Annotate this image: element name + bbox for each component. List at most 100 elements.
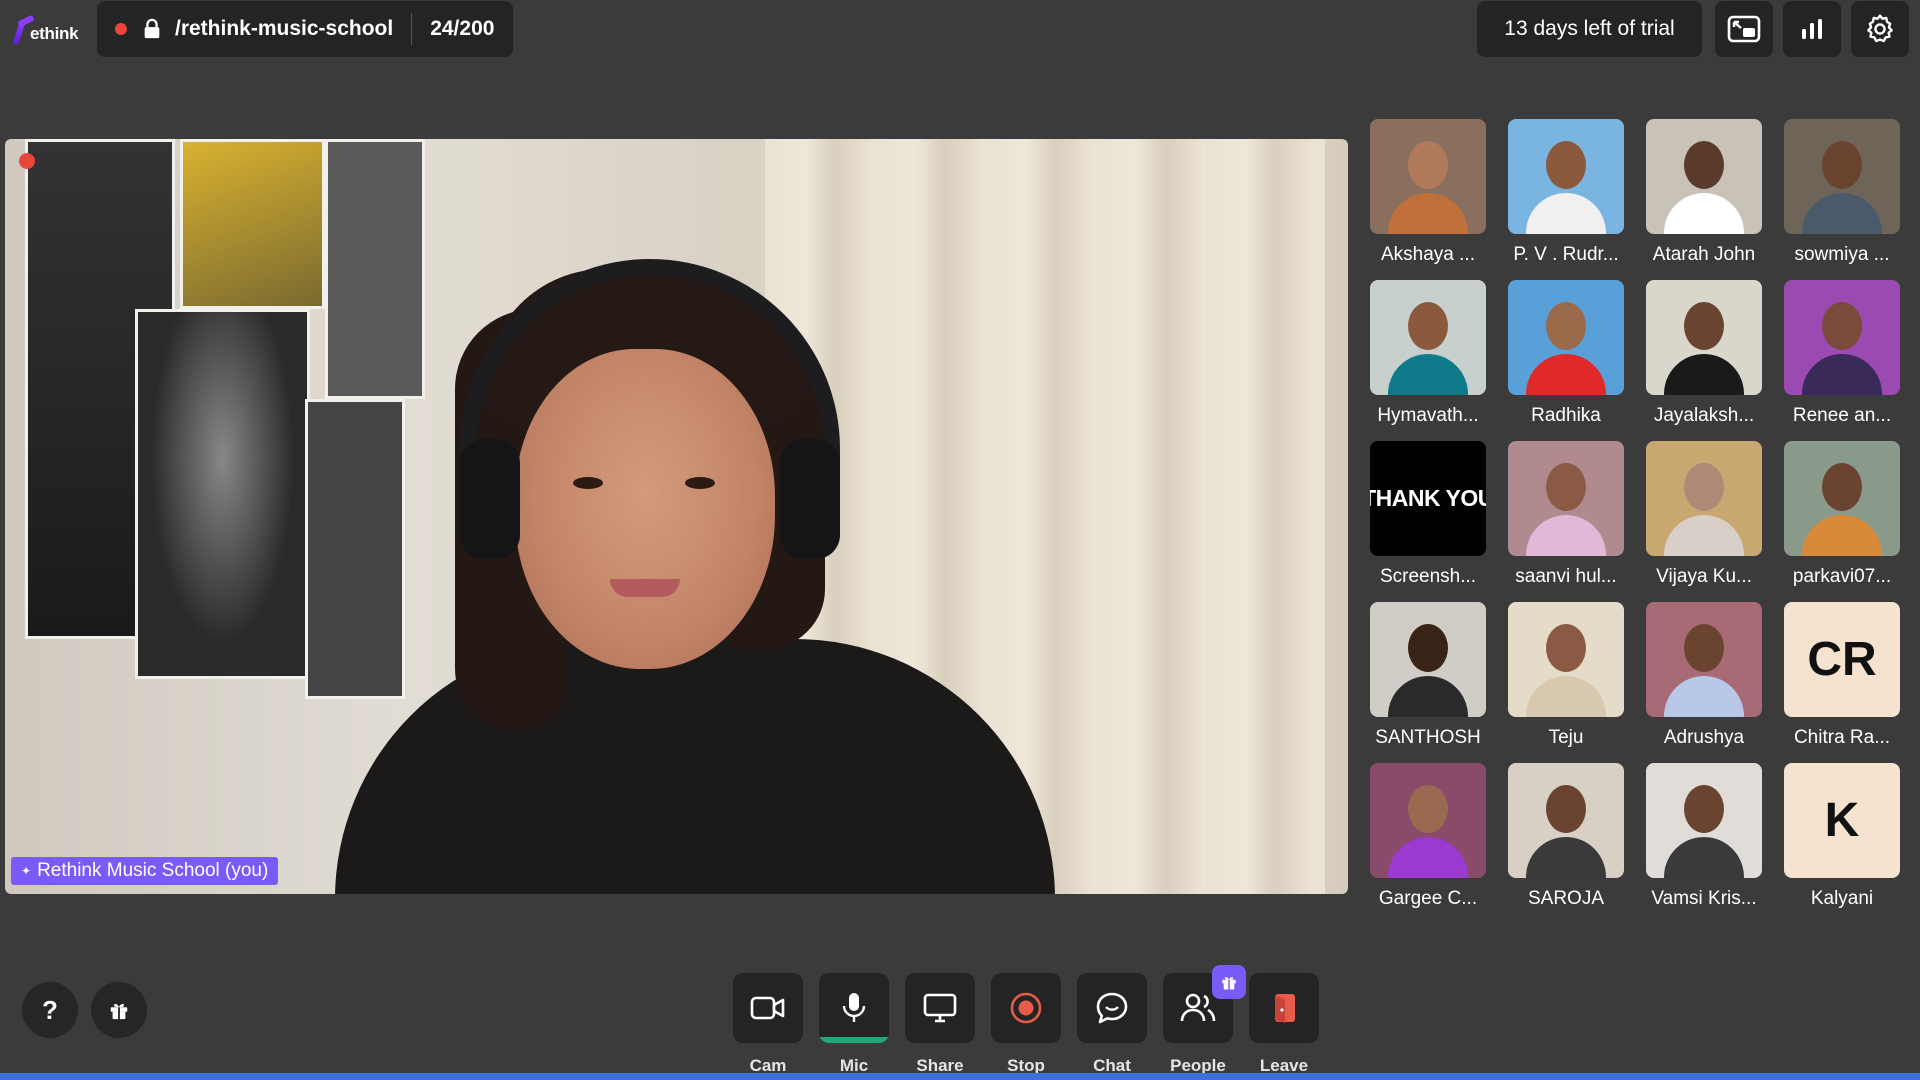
gift-button[interactable]: [91, 982, 147, 1038]
participant-video-thumbnail: [1508, 280, 1624, 395]
share-button[interactable]: [905, 973, 975, 1043]
main-video-tile[interactable]: ✦ Rethink Music School (you): [5, 139, 1348, 894]
participant-video-thumbnail: [1370, 763, 1486, 878]
help-icon: ?: [42, 994, 58, 1025]
participant-name: saanvi hul...: [1515, 566, 1617, 587]
participant-video-thumbnail: [1370, 280, 1486, 395]
gift-icon: [110, 1004, 128, 1020]
lock-icon: [144, 18, 160, 39]
participant-tile[interactable]: Renee an...: [1784, 280, 1900, 427]
share-control[interactable]: Share: [905, 973, 975, 1076]
screenshare-thumbnail: THANK YOU: [1370, 441, 1486, 556]
participant-head: [1546, 302, 1586, 350]
participant-tile[interactable]: Akshaya ...: [1370, 119, 1486, 266]
recording-dot-icon: [115, 23, 127, 35]
self-name-label: ✦ Rethink Music School (you): [11, 857, 279, 885]
participant-tile[interactable]: Teju: [1508, 602, 1624, 749]
picture-in-picture-button[interactable]: [1715, 1, 1773, 57]
room-info[interactable]: /rethink-music-school 24/200: [97, 1, 513, 57]
participant-video-thumbnail: [1646, 763, 1762, 878]
participant-name: Gargee C...: [1378, 888, 1478, 909]
screen-share-icon: [923, 993, 957, 1023]
chat-icon: [1096, 992, 1128, 1024]
participant-head: [1408, 302, 1448, 350]
participant-tile[interactable]: SANTHOSH: [1370, 602, 1486, 749]
participant-name: Adrushya: [1663, 727, 1745, 748]
participant-body: [1802, 354, 1882, 395]
avatar-initials: CR: [1784, 602, 1900, 717]
participant-tile[interactable]: parkavi07...: [1784, 441, 1900, 588]
participant-tile[interactable]: Adrushya: [1646, 602, 1762, 749]
leave-button[interactable]: [1249, 973, 1319, 1043]
participant-body: [1802, 193, 1882, 234]
participant-tile[interactable]: Vamsi Kris...: [1646, 763, 1762, 910]
participant-tile[interactable]: Jayalaksh...: [1646, 280, 1762, 427]
picture-in-picture-icon: [1727, 15, 1761, 43]
participant-body: [1388, 354, 1468, 395]
help-button[interactable]: ?: [22, 982, 78, 1038]
participant-head: [1408, 624, 1448, 672]
participant-head: [1546, 624, 1586, 672]
participant-name: Akshaya ...: [1381, 244, 1475, 265]
settings-button[interactable]: [1851, 1, 1909, 57]
participant-name: Kalyani: [1810, 888, 1874, 909]
chat-button[interactable]: [1077, 973, 1147, 1043]
mic-button[interactable]: [819, 973, 889, 1043]
participant-name: Vijaya Ku...: [1656, 566, 1752, 587]
participant-tile[interactable]: saanvi hul...: [1508, 441, 1624, 588]
cam-control[interactable]: Cam: [733, 973, 803, 1076]
headphone-earcup: [780, 439, 840, 559]
participant-name: Renee an...: [1792, 405, 1892, 426]
participant-body: [1526, 354, 1606, 395]
participant-name: parkavi07...: [1792, 566, 1892, 587]
self-name-text: Rethink Music School (you): [37, 860, 269, 881]
participant-video-thumbnail: [1784, 119, 1900, 234]
participant-tile[interactable]: sowmiya ...: [1784, 119, 1900, 266]
participant-name: P. V . Rudr...: [1513, 244, 1619, 265]
stop-recording-control[interactable]: Stop: [991, 973, 1061, 1076]
participant-video-thumbnail: [1508, 119, 1624, 234]
participant-tile[interactable]: SAROJA: [1508, 763, 1624, 910]
participant-body: [1664, 676, 1744, 717]
participant-head: [1684, 302, 1724, 350]
participant-head: [1684, 463, 1724, 511]
participant-video-thumbnail: [1370, 119, 1486, 234]
participant-tile[interactable]: K Kalyani: [1784, 763, 1900, 910]
participant-name: Screensh...: [1379, 566, 1477, 587]
participant-head: [1822, 141, 1862, 189]
participant-video-thumbnail: [1646, 602, 1762, 717]
thumbnail-text: THANK YOU: [1370, 485, 1486, 511]
chat-control[interactable]: Chat: [1077, 973, 1147, 1076]
mouth: [610, 579, 680, 597]
cam-button[interactable]: [733, 973, 803, 1043]
logo-mark-icon: [12, 18, 38, 44]
people-gift-badge[interactable]: [1212, 965, 1246, 999]
camera-icon: [750, 996, 785, 1020]
participant-video-thumbnail: [1784, 441, 1900, 556]
participant-body: [1664, 837, 1744, 878]
room-name: /rethink-music-school: [175, 17, 394, 40]
participant-head: [1546, 463, 1586, 511]
participant-tile[interactable]: Radhika: [1508, 280, 1624, 427]
participant-body: [1526, 193, 1606, 234]
app-logo: ethink: [12, 14, 79, 44]
participant-tile[interactable]: Gargee C...: [1370, 763, 1486, 910]
participant-tile[interactable]: CR Chitra Ra...: [1784, 602, 1900, 749]
participant-tile[interactable]: Hymavath...: [1370, 280, 1486, 427]
leave-control[interactable]: Leave: [1249, 973, 1319, 1076]
participant-tile[interactable]: P. V . Rudr...: [1508, 119, 1624, 266]
participant-tile[interactable]: THANK YOU Screensh...: [1370, 441, 1486, 588]
stats-button[interactable]: [1783, 1, 1841, 57]
participant-tile[interactable]: Atarah John: [1646, 119, 1762, 266]
participant-tile[interactable]: Vijaya Ku...: [1646, 441, 1762, 588]
mic-control[interactable]: Mic: [819, 973, 889, 1076]
sparkle-icon: ✦: [21, 864, 32, 878]
participant-head: [1822, 302, 1862, 350]
participant-body: [1526, 515, 1606, 556]
trial-badge[interactable]: 13 days left of trial: [1477, 1, 1702, 57]
participant-video-thumbnail: [1508, 763, 1624, 878]
wall-poster: [325, 139, 425, 399]
participant-head: [1684, 785, 1724, 833]
participant-name: sowmiya ...: [1794, 244, 1890, 265]
stop-recording-button[interactable]: [991, 973, 1061, 1043]
